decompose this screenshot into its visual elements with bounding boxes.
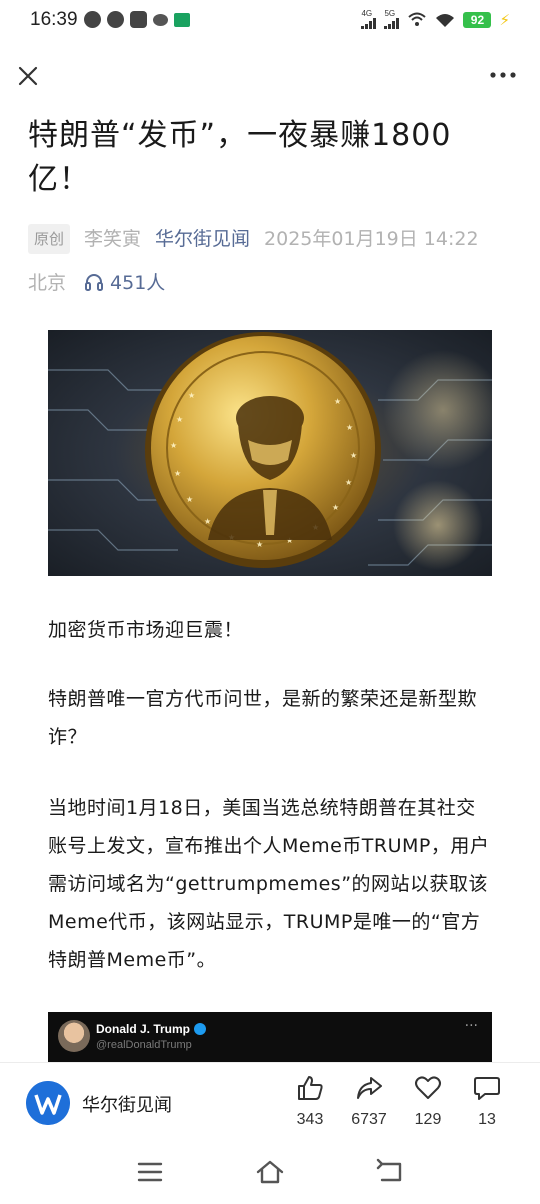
tweet-author-handle: @realDonaldTrump: [96, 1039, 192, 1051]
svg-text:★: ★: [350, 451, 357, 460]
charging-icon: ⚡: [499, 10, 510, 29]
original-badge: 原创: [28, 224, 71, 254]
status-time: 16:39: [30, 9, 78, 30]
article-meta-secondary: 北京 451人: [28, 268, 512, 295]
svg-text:★: ★: [345, 478, 352, 487]
app-notification-icon: [84, 11, 101, 28]
store-icon: [174, 13, 190, 27]
svg-text:★: ★: [186, 495, 193, 504]
comment-button[interactable]: 13: [457, 1075, 517, 1129]
menu-icon[interactable]: [134, 1158, 166, 1186]
message-icon: [107, 11, 124, 28]
tweet-author-name: Donald J. Trump: [96, 1022, 207, 1036]
listen-count: 451人: [110, 272, 166, 294]
like-button[interactable]: 343: [280, 1075, 340, 1129]
svg-text:★: ★: [188, 391, 195, 400]
comment-count: 13: [478, 1111, 496, 1128]
author-name: 李笑寅: [84, 228, 142, 250]
heart-icon: [415, 1076, 441, 1099]
paragraph-3: 当地时间1月18日，美国当选总统特朗普在其社交账号上发文，宣布推出个人Meme币…: [48, 797, 490, 971]
favorite-count: 129: [414, 1111, 442, 1128]
svg-text:★: ★: [332, 503, 339, 512]
notification-icons: [84, 11, 190, 28]
listen-button[interactable]: 451人: [84, 268, 165, 295]
more-options-icon[interactable]: [488, 65, 518, 85]
status-bar: 16:39 4G 5G 92 ⚡: [0, 0, 540, 44]
close-icon[interactable]: [16, 64, 40, 88]
svg-text:★: ★: [334, 397, 341, 406]
article-header: 特朗普“发币”，一夜暴赚1800亿！ 原创 李笑寅 华尔街见闻 2025年01月…: [28, 114, 512, 295]
account-logo[interactable]: [26, 1081, 70, 1125]
wifi-icon: [436, 13, 455, 27]
signal-5g-icon: 5G: [384, 10, 400, 29]
svg-text:★: ★: [346, 423, 353, 432]
svg-text:★: ★: [170, 441, 177, 450]
hotspot-icon: [408, 12, 427, 26]
headphones-icon: [85, 273, 104, 291]
article-meta: 原创 李笑寅 华尔街见闻 2025年01月19日 14:22: [28, 224, 512, 254]
bottom-action-bar: 华尔街见闻 343 6737 129 13: [0, 1062, 540, 1144]
home-icon[interactable]: [254, 1158, 286, 1186]
paragraph-1: 加密货币市场迎巨震！: [48, 619, 244, 641]
svg-text:★: ★: [204, 517, 211, 526]
share-count: 6737: [351, 1111, 387, 1128]
svg-text:★: ★: [174, 469, 181, 478]
svg-text:★: ★: [256, 540, 263, 549]
avatar: [58, 1020, 90, 1052]
back-icon[interactable]: [374, 1158, 406, 1186]
trump-coin-image[interactable]: ★★★ ★★★ ★★★ ★★★ ★★★: [48, 330, 492, 576]
embedded-tweet[interactable]: Donald J. Trump @realDonaldTrump ···: [48, 1012, 492, 1062]
publish-datetime: 2025年01月19日 14:22: [264, 228, 479, 250]
paragraph-2: 特朗普唯一官方代币问世，是新的繁荣还是新型欺诈？: [48, 688, 478, 748]
source-link[interactable]: 华尔街见闻: [155, 226, 250, 252]
share-icon: [357, 1077, 382, 1099]
signal-4g-icon: 4G: [361, 10, 377, 29]
tweet-more-icon: ···: [464, 1018, 478, 1034]
favorite-button[interactable]: 129: [398, 1075, 458, 1129]
bird-icon: [153, 14, 168, 26]
battery-icon: 92: [463, 11, 492, 28]
location-label: 北京: [28, 272, 67, 294]
account-name[interactable]: 华尔街见闻: [82, 1091, 172, 1117]
thumbs-up-icon: [298, 1076, 323, 1100]
system-navigation-bar: [0, 1150, 540, 1204]
app-notification-icon: [130, 11, 147, 28]
like-count: 343: [296, 1111, 324, 1128]
system-indicators: 4G 5G 92 ⚡: [361, 10, 510, 29]
top-nav: [0, 52, 540, 98]
share-button[interactable]: 6737: [339, 1075, 399, 1129]
svg-text:★: ★: [176, 415, 183, 424]
article-title: 特朗普“发币”，一夜暴赚1800亿！: [28, 118, 452, 197]
verified-icon: [194, 1023, 207, 1035]
comment-icon: [474, 1077, 500, 1100]
